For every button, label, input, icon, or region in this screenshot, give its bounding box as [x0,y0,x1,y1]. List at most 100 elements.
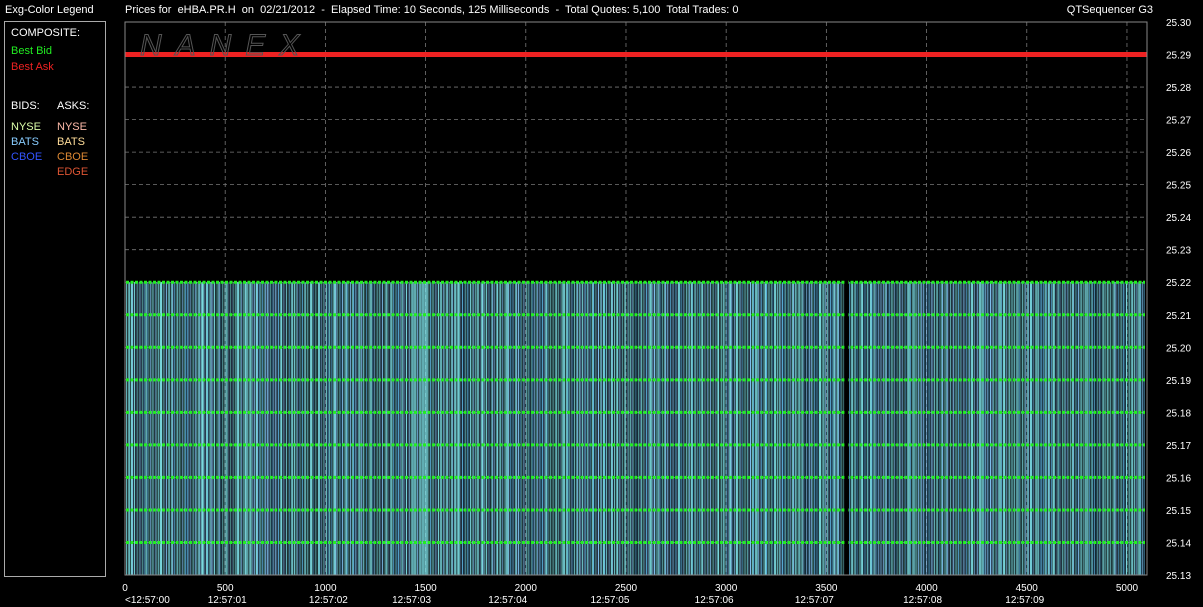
bid-quote-bar [166,282,167,575]
bid-quote-bar [302,282,303,575]
bid-quote-bar [618,282,620,575]
time-tick-label: <12:57:00 [125,595,170,606]
bid-quote-bar [692,282,694,575]
bid-quote-bar [743,282,745,575]
bid-quote-bar [343,282,345,575]
bid-quote-bar [719,282,721,575]
bid-quote-bar [841,282,843,575]
bid-quote-bar [194,282,196,575]
bid-quote-bar [428,282,430,575]
bid-quote-bar [1087,282,1089,575]
bid-quote-bar [254,282,255,575]
bid-quote-bar [969,282,971,575]
bid-quote-bar [271,282,273,575]
bid-quote-bar [1122,282,1124,575]
y-tick-label: 25.23 [1166,246,1191,257]
bid-quote-bar [567,282,569,575]
bid-quote-bar [382,282,383,575]
bid-quote-bar [188,282,190,575]
bid-quote-bar [596,282,598,575]
bid-quote-bar [447,282,449,575]
y-tick-label: 25.25 [1166,181,1191,192]
bid-quote-bar [857,282,859,575]
bid-quote-bar [494,282,495,575]
bid-quote-bar [522,282,524,575]
bid-quote-bar [298,282,300,575]
bid-quote-bar [1142,282,1143,575]
bid-quote-bar [695,282,697,575]
bid-quote-bar [350,282,351,575]
bid-quote-bar [865,282,867,575]
bid-quote-bar [202,282,204,575]
bid-quote-bar [785,282,787,575]
bid-quote-bar [492,282,494,575]
bid-quote-bar [914,282,916,575]
bid-quote-bar [601,282,603,575]
x-tick-label: 3500 [815,583,838,594]
bid-quote-bar [1135,282,1137,575]
bid-quote-bar [788,282,790,575]
bid-quote-bar [330,282,332,575]
x-tick-label: 500 [217,583,234,594]
bid-quote-bar [143,282,145,575]
bid-quote-bar [874,282,876,575]
bid-quote-bar [1023,282,1025,575]
bid-quote-bar [489,282,491,575]
bid-quote-bar [934,282,935,575]
bid-quote-bar [335,282,337,575]
bid-quote-bar [770,282,772,575]
bid-quote-bar [265,282,267,575]
bid-quote-bar [1097,282,1099,575]
bid-quote-bar [319,282,321,575]
bid-quote-bar [878,282,879,575]
bid-quote-bar [593,282,595,575]
bid-quote-bar [1106,282,1108,575]
bid-quote-bar [964,282,966,575]
bid-quote-bar [897,282,899,575]
bid-quote-bar [559,282,561,575]
bid-quote-bar [820,282,822,575]
bid-quote-bar [855,282,857,575]
bid-quote-bar [487,282,489,575]
bid-quote-bar [527,282,529,575]
bid-quote-bar [959,282,961,575]
bid-quote-bar [238,282,239,575]
bid-quote-bar [234,282,236,575]
bid-quote-bar [958,282,959,575]
bid-quote-bar [852,282,854,575]
bid-quote-bar [175,282,177,575]
bid-quote-bar [137,282,139,575]
bid-quote-bar [1129,282,1131,575]
bid-quote-bar [1095,282,1097,575]
bid-quote-bar [612,282,614,575]
bid-quote-bar [151,282,153,575]
bid-quote-bar [802,282,804,575]
bid-quote-bar [586,282,588,575]
bid-quote-bar [625,282,627,575]
bid-quote-bar [1009,282,1011,575]
bid-quote-bar [359,282,361,575]
bid-quote-bar [282,282,284,575]
quote-gap [844,279,849,575]
bid-quote-bar [326,282,327,575]
bid-quote-bar [1098,282,1100,575]
bid-quote-bar [534,282,535,575]
bid-quote-bar [1074,282,1076,575]
bid-quote-bar [1100,282,1102,575]
bid-quote-bar [321,282,323,575]
bid-quote-bar [223,282,225,575]
bid-quote-bar [769,282,771,575]
bid-quote-bar [775,282,777,575]
bid-quote-bar [348,282,350,575]
bid-quote-bar [482,282,484,575]
bid-quote-bar [863,282,865,575]
bid-quote-bar [289,282,291,575]
bid-quote-bar [1103,282,1105,575]
bid-quote-bar [1018,282,1020,575]
bid-quote-bar [938,282,940,575]
x-tick-label: 3000 [715,583,738,594]
y-tick-label: 25.30 [1166,18,1191,29]
bid-quote-bar [713,282,715,575]
bid-quote-bar [862,282,863,575]
bid-quote-bar [1124,282,1126,575]
